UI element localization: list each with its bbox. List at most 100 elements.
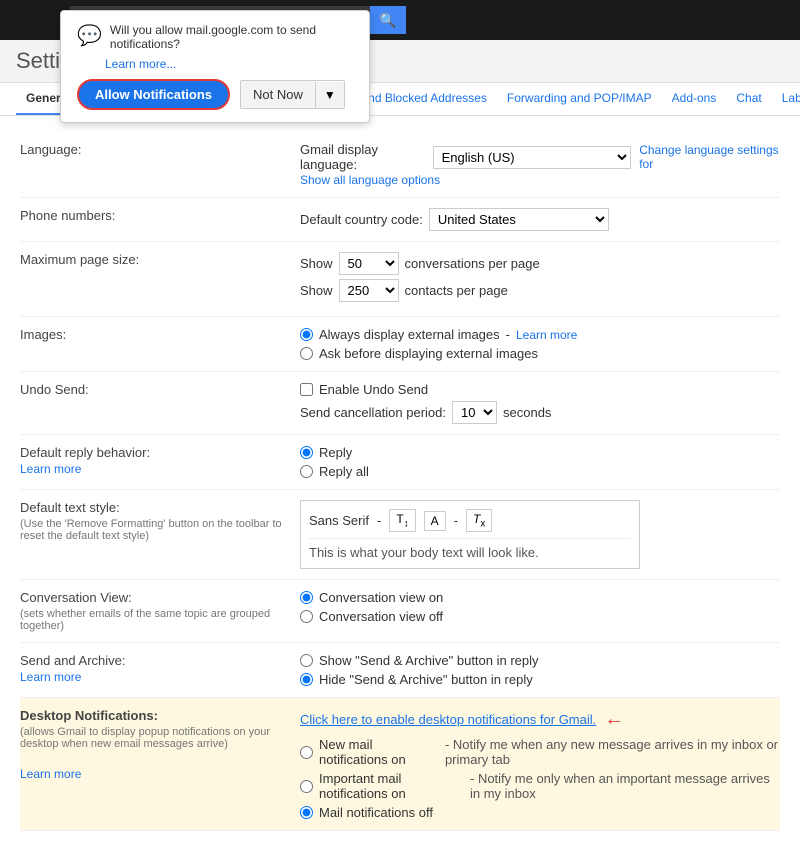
important-mail-notif-desc: - Notify me only when an important messa…	[470, 771, 780, 801]
text-style-box: Sans Serif - T↕ A - Tx This is what your…	[300, 500, 640, 569]
phone-control: Default country code: United States	[300, 208, 780, 231]
click-here-enable-notif-link[interactable]: Click here to enable desktop notificatio…	[300, 712, 596, 727]
always-display-radio[interactable]	[300, 328, 313, 341]
notification-learn-more-link[interactable]: Learn more...	[105, 57, 353, 71]
country-code-label: Default country code:	[300, 212, 423, 227]
cancellation-period-select[interactable]: 10	[452, 401, 497, 424]
phone-label: Phone numbers:	[20, 208, 115, 223]
new-mail-notif-radio[interactable]	[300, 746, 313, 759]
mail-notif-off-radio[interactable]	[300, 806, 313, 819]
show-send-archive-radio[interactable]	[300, 654, 313, 667]
send-archive-learn-more-link[interactable]: Learn more	[20, 670, 284, 684]
reply-all-radio[interactable]	[300, 465, 313, 478]
desktop-notif-sublabel: (allows Gmail to display popup notificat…	[20, 726, 284, 750]
conversations-per-page-label: conversations per page	[405, 256, 540, 271]
conv-view-off-label[interactable]: Conversation view off	[300, 609, 780, 624]
text-style-row: Default text style: (Use the 'Remove For…	[20, 490, 780, 580]
reply-radio[interactable]	[300, 446, 313, 459]
not-now-button[interactable]: Not Now	[241, 81, 315, 108]
mail-notif-off-text: Mail notifications off	[319, 805, 433, 820]
remove-formatting-button[interactable]: Tx	[466, 509, 492, 532]
conv-view-off-radio[interactable]	[300, 610, 313, 623]
not-now-container: Not Now ▼	[240, 80, 345, 109]
phone-row: Phone numbers: Default country code: Uni…	[20, 198, 780, 242]
not-now-dropdown-button[interactable]: ▼	[315, 82, 344, 108]
ask-before-display-radio-label[interactable]: Ask before displaying external images	[300, 346, 780, 361]
language-control: Gmail display language: English (US) Cha…	[300, 142, 780, 187]
language-label: Language:	[20, 142, 81, 157]
text-style-label: Default text style:	[20, 500, 120, 515]
reply-all-radio-label[interactable]: Reply all	[300, 464, 780, 479]
hide-send-archive-text: Hide "Send & Archive" button in reply	[319, 672, 533, 687]
enable-undo-send-checkbox[interactable]	[300, 383, 313, 396]
font-size-button[interactable]: T↕	[389, 509, 415, 532]
enable-undo-send-text: Enable Undo Send	[319, 382, 428, 397]
language-row: Language: Gmail display language: Englis…	[20, 132, 780, 198]
reply-behavior-row: Default reply behavior: Learn more Reply…	[20, 435, 780, 490]
desktop-notif-learn-more-link[interactable]: Learn more	[20, 767, 284, 781]
always-display-radio-label[interactable]: Always display external images - Learn m…	[300, 327, 780, 342]
desktop-notifications-control: Click here to enable desktop notificatio…	[300, 708, 780, 820]
show-send-archive-label[interactable]: Show "Send & Archive" button in reply	[300, 653, 780, 668]
page-size-label: Maximum page size:	[20, 252, 139, 267]
ask-before-display-radio[interactable]	[300, 347, 313, 360]
hide-send-archive-label[interactable]: Hide "Send & Archive" button in reply	[300, 672, 780, 687]
allow-notifications-button[interactable]: Allow Notifications	[77, 79, 230, 110]
search-icon: 🔍	[379, 12, 396, 29]
contacts-per-page-label: contacts per page	[405, 283, 508, 298]
reply-all-label: Reply all	[319, 464, 369, 479]
important-mail-notif-text: Important mail notifications on	[319, 771, 464, 801]
send-cancellation-period-label: Send cancellation period:	[300, 405, 446, 420]
show-label-2: Show	[300, 283, 333, 298]
mail-notif-off-label[interactable]: Mail notifications off	[300, 805, 780, 820]
images-control: Always display external images - Learn m…	[300, 327, 780, 361]
conversations-per-page-select[interactable]: 50	[339, 252, 399, 275]
toolbar-separator-1: -	[377, 513, 381, 528]
tab-addons[interactable]: Add-ons	[662, 83, 727, 115]
images-row: Images: Always display external images -…	[20, 317, 780, 372]
tab-chat[interactable]: Chat	[726, 83, 771, 115]
conv-view-on-text: Conversation view on	[319, 590, 443, 605]
reply-label: Reply	[319, 445, 352, 460]
font-color-button[interactable]: A	[424, 511, 446, 531]
images-label: Images:	[20, 327, 66, 342]
important-mail-notif-radio[interactable]	[300, 780, 313, 793]
text-style-sublabel: (Use the 'Remove Formatting' button on t…	[20, 518, 284, 542]
conv-view-on-label[interactable]: Conversation view on	[300, 590, 780, 605]
arrow-indicator: ←	[604, 708, 624, 731]
reply-radio-label[interactable]: Reply	[300, 445, 780, 460]
new-mail-notif-desc: - Notify me when any new message arrives…	[445, 737, 780, 767]
new-mail-notif-text: New mail notifications on	[319, 737, 439, 767]
tab-labs[interactable]: Labs	[772, 83, 800, 115]
tab-forwarding[interactable]: Forwarding and POP/IMAP	[497, 83, 662, 115]
seconds-label: seconds	[503, 405, 551, 420]
font-name: Sans Serif	[309, 513, 369, 528]
notification-message: Will you allow mail.google.com to send n…	[110, 23, 353, 51]
desktop-notifications-row: Desktop Notifications: (allows Gmail to …	[20, 698, 780, 831]
important-mail-notif-label[interactable]: Important mail notifications on - Notify…	[300, 771, 780, 801]
conv-view-off-text: Conversation view off	[319, 609, 443, 624]
toolbar-separator-2: -	[454, 513, 458, 528]
always-display-label: Always display external images	[319, 327, 500, 342]
desktop-notif-label: Desktop Notifications:	[20, 708, 158, 723]
notification-icon: 💬	[77, 23, 102, 48]
notification-banner: 💬 Will you allow mail.google.com to send…	[60, 10, 370, 123]
language-select[interactable]: English (US)	[433, 146, 632, 169]
reply-behavior-control: Reply Reply all	[300, 445, 780, 479]
conversation-view-row: Conversation View: (sets whether emails …	[20, 580, 780, 643]
reply-behavior-label: Default reply behavior:	[20, 445, 150, 460]
search-button[interactable]: 🔍	[370, 6, 406, 34]
new-mail-notif-label[interactable]: New mail notifications on - Notify me wh…	[300, 737, 780, 767]
enable-undo-send-label[interactable]: Enable Undo Send	[300, 382, 780, 397]
page-size-row: Maximum page size: Show 50 conversations…	[20, 242, 780, 317]
images-learn-more-link[interactable]: Learn more	[516, 328, 577, 342]
ask-before-display-label: Ask before displaying external images	[319, 346, 538, 361]
reply-behavior-learn-more-link[interactable]: Learn more	[20, 462, 284, 476]
conv-view-on-radio[interactable]	[300, 591, 313, 604]
show-all-languages-link[interactable]: Show all language options	[300, 173, 440, 187]
undo-send-control: Enable Undo Send Send cancellation perio…	[300, 382, 780, 424]
contacts-per-page-select[interactable]: 250	[339, 279, 399, 302]
hide-send-archive-radio[interactable]	[300, 673, 313, 686]
change-language-link[interactable]: Change language settings for	[639, 143, 780, 171]
country-select[interactable]: United States	[429, 208, 609, 231]
